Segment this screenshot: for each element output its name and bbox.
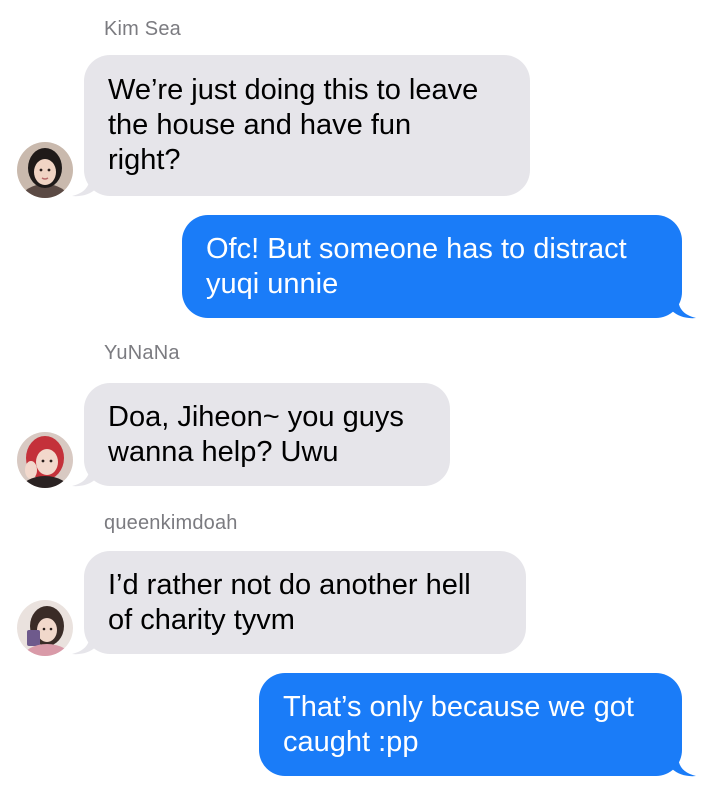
queenkimdoah-avatar[interactable] bbox=[17, 600, 73, 656]
message-bubble-outgoing[interactable]: Ofc! But someone has to distract yuqi un… bbox=[182, 215, 682, 318]
sender-name: YuNaNa bbox=[104, 342, 180, 364]
message-text: We’re just doing this to leave the house… bbox=[108, 74, 479, 176]
message-bubble-incoming[interactable]: We’re just doing this to leave the house… bbox=[84, 55, 530, 196]
message-bubble-incoming[interactable]: Doa, Jiheon~ you guys wanna help? Uwu bbox=[84, 383, 450, 486]
message-text: Doa, Jiheon~ you guys wanna help? Uwu bbox=[108, 400, 404, 468]
bubble-tail-incoming bbox=[72, 633, 96, 655]
message-text: Ofc! But someone has to distract yuqi un… bbox=[206, 232, 627, 300]
yunana-avatar[interactable] bbox=[17, 432, 73, 488]
message-text: That’s only because we got caught :pp bbox=[283, 690, 634, 758]
message-bubble-incoming[interactable]: I’d rather not do another hell of charit… bbox=[84, 551, 526, 654]
message-text: I’d rather not do another hell of charit… bbox=[108, 568, 471, 636]
bubble-tail-outgoing bbox=[672, 297, 696, 319]
sender-name: Kim Sea bbox=[104, 18, 181, 40]
sender-name: queenkimdoah bbox=[104, 512, 238, 534]
kim-sea-avatar[interactable] bbox=[17, 142, 73, 198]
bubble-tail-outgoing bbox=[672, 755, 696, 777]
message-bubble-outgoing[interactable]: That’s only because we got caught :pp bbox=[259, 673, 682, 776]
bubble-tail-incoming bbox=[72, 175, 96, 197]
bubble-tail-incoming bbox=[72, 465, 96, 487]
